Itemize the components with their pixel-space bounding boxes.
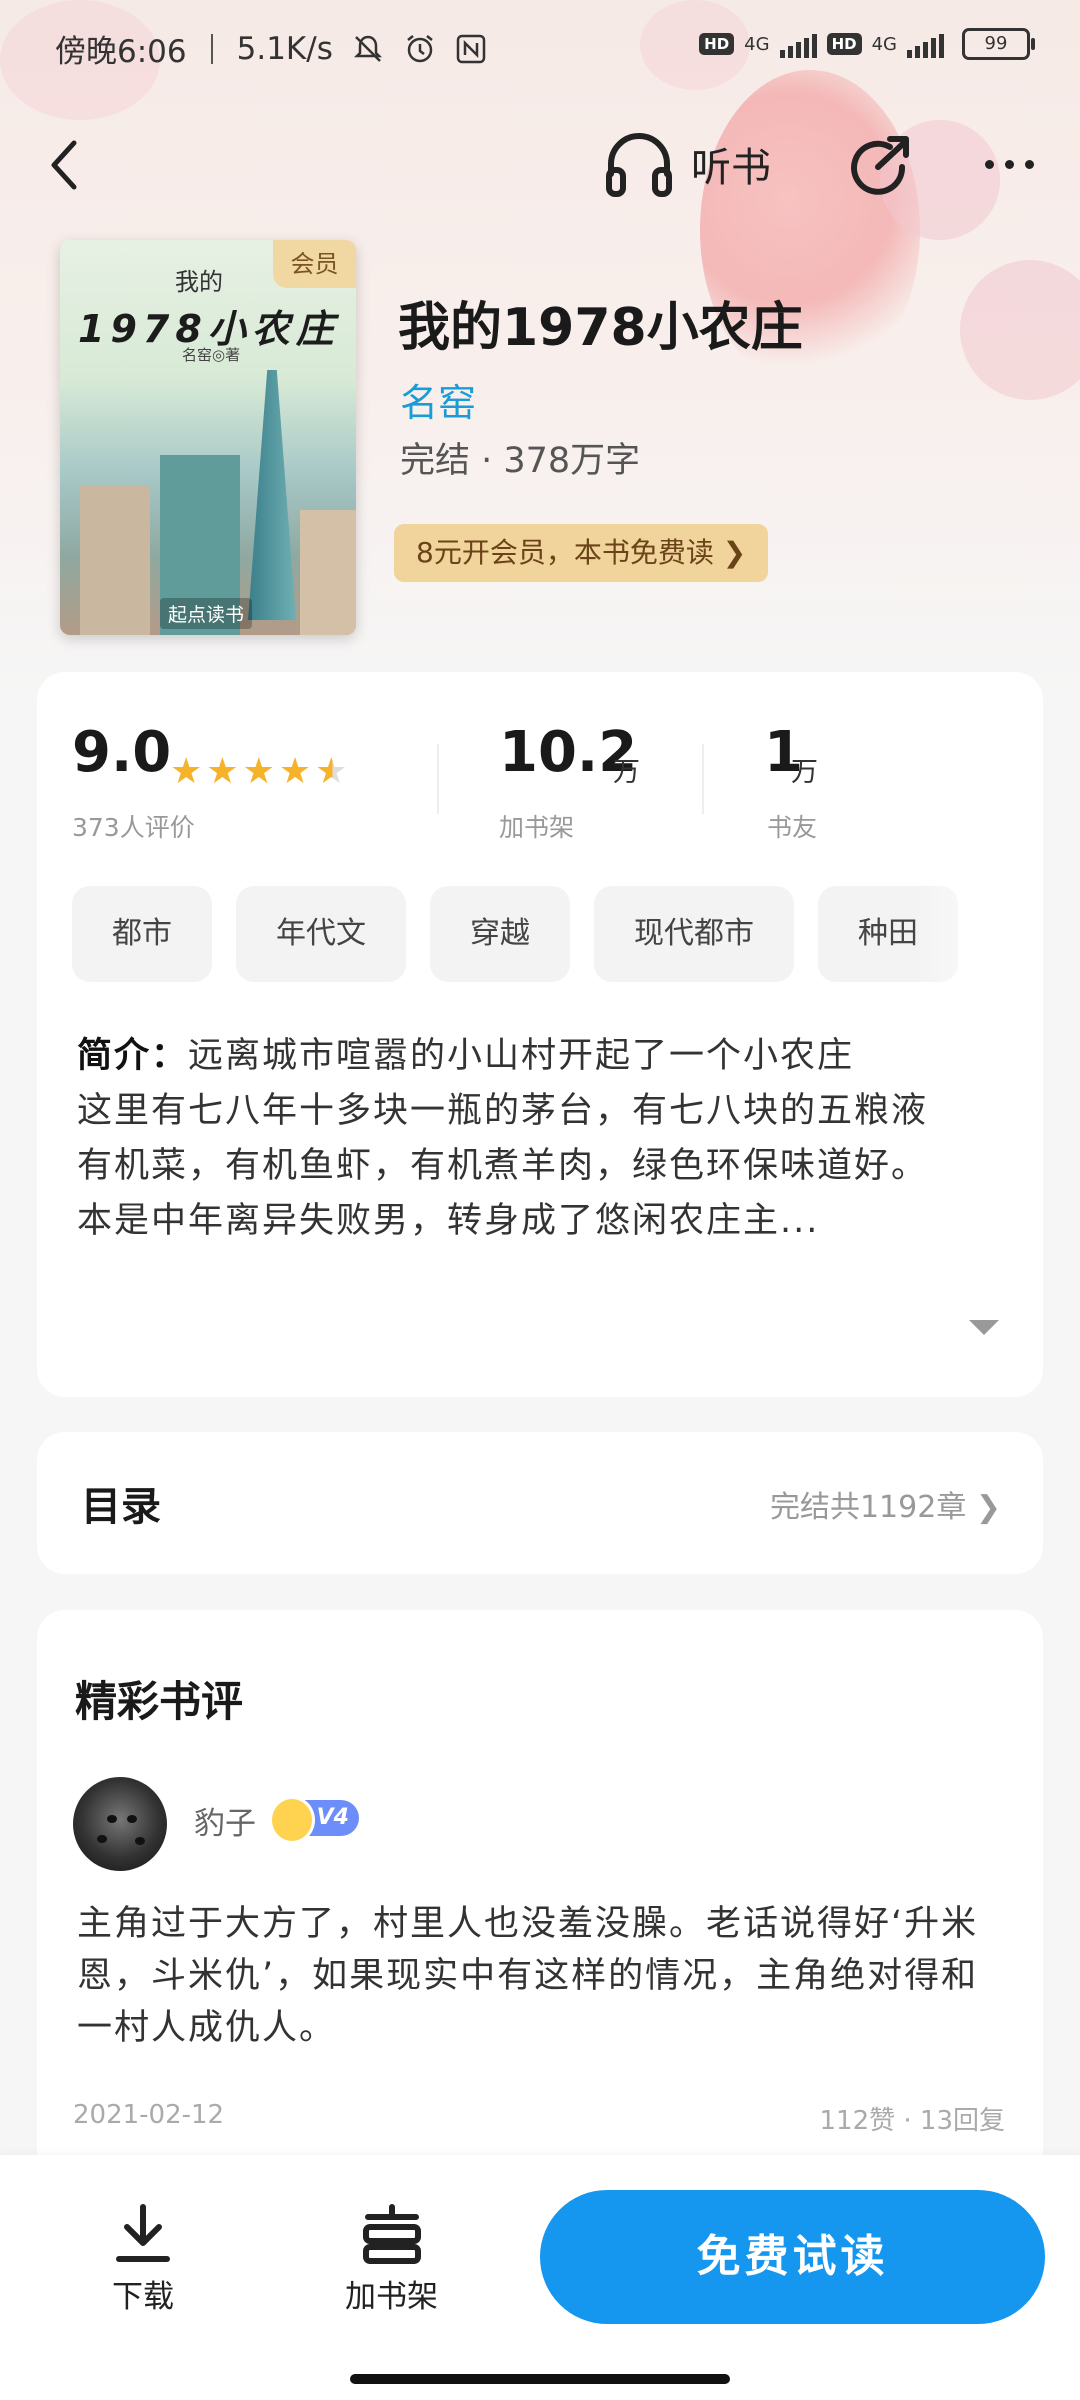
nfc-icon — [456, 34, 486, 63]
shelf-count-unit: 万 — [613, 757, 640, 788]
star-icon: ★ — [278, 751, 312, 792]
review-date: 2021-02-12 — [73, 2100, 225, 2130]
intro-line: 有机菜，有机鱼虾，有机煮羊肉，绿色环保味道好。 — [77, 1146, 929, 1186]
more-options-icon[interactable] — [985, 160, 1034, 169]
download-button[interactable]: 下载 — [112, 2203, 174, 2316]
mute-bell-icon — [353, 35, 382, 62]
toc-row[interactable]: 目录 完结共1192章 ❯ — [37, 1432, 1043, 1574]
hd-badge: HD — [826, 33, 862, 55]
divider — [437, 744, 439, 814]
add-shelf-label: 加书架 — [345, 2279, 438, 2315]
back-arrow-icon[interactable] — [42, 135, 92, 195]
star-icon: ★ — [206, 751, 239, 792]
hd-badge: HD — [699, 33, 735, 55]
intro-label: 简介： — [77, 1036, 189, 1076]
tag-chip[interactable]: 穿越 — [430, 886, 570, 982]
review-username[interactable]: 豹子 — [194, 1798, 256, 1843]
divider — [702, 744, 704, 814]
avatar[interactable] — [73, 1777, 167, 1871]
status-bar: 傍晚6:06 5.1K/s HD 4G HD 4G 99 — [0, 0, 1080, 100]
book-info-card: 9.0 ★ ★ ★ ★ ★ 373人评价 10.2 万 加书架 1 万 书友 都… — [37, 672, 1043, 1397]
add-to-shelf-icon — [362, 2204, 421, 2264]
cover-art — [300, 510, 356, 635]
book-intro[interactable]: 简介：远离城市喧嚣的小山村开起了一个小农庄 这里有七八年十多块一瓶的茅台，有七八… — [77, 1029, 1007, 1249]
book-cover[interactable]: 我的 1978小农庄 名窑◎著 起点读书 — [60, 240, 356, 635]
blossom-decoration — [960, 260, 1080, 400]
status-time: 傍晚6:06 — [55, 34, 187, 70]
rating-stars: ★ ★ ★ ★ ★ — [170, 754, 347, 790]
rating-score: 9.0 — [72, 720, 172, 785]
vip-promo-button[interactable]: 8元开会员，本书免费读 ❯ — [394, 524, 769, 582]
network-type: 4G — [744, 33, 770, 55]
user-level-badge: V4 — [269, 1796, 359, 1844]
battery-icon: 99 — [962, 28, 1035, 60]
reviews-title: 精彩书评 — [75, 1677, 244, 1726]
star-icon: ★ — [170, 751, 203, 792]
reviews-card: 精彩书评 豹子 V4 主角过于大方了，村里人也没羞没臊。老话说得好‘升米恩，斗米… — [37, 1610, 1043, 2210]
cover-art — [248, 370, 296, 620]
toc-title: 目录 — [81, 1484, 161, 1530]
tag-chip[interactable]: 年代文 — [236, 886, 406, 982]
download-label: 下载 — [112, 2279, 174, 2315]
status-net-speed: 5.1K/s — [236, 30, 333, 67]
intro-line: 这里有七八年十多块一瓶的茅台，有七八块的五粮液 — [77, 1091, 929, 1131]
cover-author: 名窑◎著 — [182, 346, 241, 364]
download-icon — [116, 2204, 170, 2262]
level-mascot-icon — [269, 1796, 315, 1844]
cover-publisher: 起点读书 — [160, 598, 253, 629]
intro-line: 本是中年离异失败男，转身成了悠闲农庄主... — [77, 1201, 820, 1241]
book-title: 我的1978小农庄 — [398, 298, 803, 358]
star-icon: ★ — [242, 751, 275, 792]
listen-label: 听书 — [691, 145, 771, 191]
vip-badge: 会员 — [273, 240, 356, 288]
tag-list: 都市 年代文 穿越 现代都市 种田 — [72, 886, 958, 982]
listen-button[interactable]: 听书 — [603, 130, 771, 198]
signal-icon — [907, 30, 944, 58]
toc-summary: 完结共1192章 ❯ — [769, 1490, 1001, 1525]
home-indicator[interactable] — [350, 2374, 730, 2384]
half-star-icon: ★ — [315, 751, 348, 792]
alarm-icon — [407, 34, 433, 62]
author-link[interactable]: 名窑 — [400, 372, 476, 427]
network-type: 4G — [871, 33, 897, 55]
fans-count-unit: 万 — [791, 757, 818, 788]
expand-caret-icon[interactable] — [969, 1320, 999, 1335]
intro-line: 远离城市喧嚣的小山村开起了一个小农庄 — [188, 1036, 855, 1076]
signal-icon — [779, 30, 817, 58]
status-separator — [210, 33, 213, 64]
headphones-icon — [606, 133, 672, 197]
shelf-count-label: 加书架 — [499, 813, 575, 842]
cover-title-small: 我的 — [175, 268, 223, 296]
review-content[interactable]: 主角过于大方了，村里人也没羞没臊。老话说得好‘升米恩，斗米仇’，如果现实中有这样… — [77, 1898, 997, 2054]
book-status-words: 完结 · 378万字 — [400, 441, 641, 481]
add-shelf-button[interactable]: 加书架 — [345, 2203, 438, 2316]
tag-chip[interactable]: 现代都市 — [594, 886, 794, 982]
free-read-button[interactable]: 免费试读 — [540, 2190, 1045, 2324]
rating-count[interactable]: 373人评价 — [72, 808, 195, 844]
tag-list-fade — [913, 886, 1043, 982]
bottom-action-bar: 下载 加书架 免费试读 — [0, 2155, 1080, 2400]
user-level-text: V4 — [316, 1805, 349, 1830]
cover-art — [80, 485, 150, 635]
review-stats: 112赞 · 13回复 — [819, 2106, 1005, 2136]
tag-chip[interactable]: 都市 — [72, 886, 212, 982]
share-icon[interactable] — [848, 133, 914, 199]
fans-count-label[interactable]: 书友 — [767, 808, 817, 844]
